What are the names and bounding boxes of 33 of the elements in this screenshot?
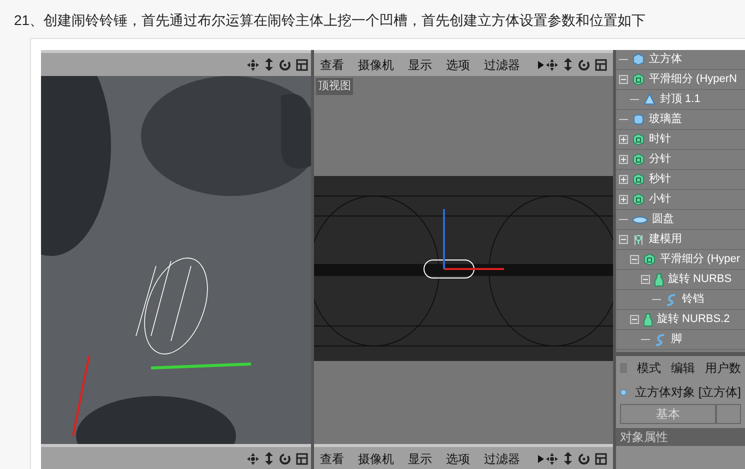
menu-item[interactable]: 显示 bbox=[408, 56, 432, 74]
tree-item-label[interactable]: 铃铛 bbox=[682, 291, 704, 308]
tree-item-label[interactable]: 分针 bbox=[649, 151, 671, 168]
tree-item-label[interactable]: 脚 bbox=[671, 331, 682, 348]
menu-item[interactable]: 摄像机 bbox=[358, 56, 394, 74]
menu-item[interactable]: 用户数 bbox=[705, 359, 741, 377]
menu-item[interactable]: 过滤器 bbox=[484, 450, 520, 468]
tree-item-label[interactable]: 建模用 bbox=[649, 231, 682, 248]
menu-item[interactable]: 查看 bbox=[320, 56, 344, 74]
tree-item-label[interactable]: 玻璃盖 bbox=[649, 111, 682, 128]
menu-item[interactable]: 选项 bbox=[446, 56, 470, 74]
menu-item[interactable]: 编辑 bbox=[671, 359, 695, 377]
menu-item[interactable]: 查看 bbox=[320, 450, 344, 468]
tree-item-label[interactable]: 时针 bbox=[649, 131, 671, 148]
tab[interactable]: 基本 bbox=[620, 404, 716, 424]
menu-item[interactable]: 显示 bbox=[408, 450, 432, 468]
tree-item-label[interactable]: 秒针 bbox=[649, 171, 671, 188]
menu-item[interactable]: 过滤器 bbox=[484, 56, 520, 74]
viewport-label: 顶视图 bbox=[316, 78, 353, 94]
object-title: 立方体对象 [立方体] bbox=[634, 384, 741, 401]
tree-item-label[interactable]: 平滑细分 (Hyper bbox=[660, 251, 740, 268]
menu-item[interactable]: 摄像机 bbox=[358, 450, 394, 468]
tree-item-label[interactable]: 小针 bbox=[649, 191, 671, 208]
tree-item-label[interactable]: 立方体 bbox=[649, 51, 682, 68]
tree-item-label[interactable]: 圆盘 bbox=[652, 211, 674, 228]
menu-item[interactable]: 选项 bbox=[446, 450, 470, 468]
tree-item-label[interactable]: 旋转 NURBS.2 bbox=[657, 311, 730, 328]
menu-item[interactable]: 模式 bbox=[637, 359, 661, 377]
step-heading: 21、创建闹铃铃锤，首先通过布尔运算在闹铃主体上挖一个凹槽，首先创建立方体设置参数和位置如下 bbox=[13, 11, 647, 30]
tree-item-label[interactable]: 封顶 1.1 bbox=[660, 91, 700, 108]
tree-item-label[interactable]: 平滑细分 (HyperN bbox=[649, 71, 738, 88]
tree-item-label[interactable]: 旋转 NURBS bbox=[668, 271, 732, 288]
section-header: 对象属性 bbox=[616, 428, 745, 446]
